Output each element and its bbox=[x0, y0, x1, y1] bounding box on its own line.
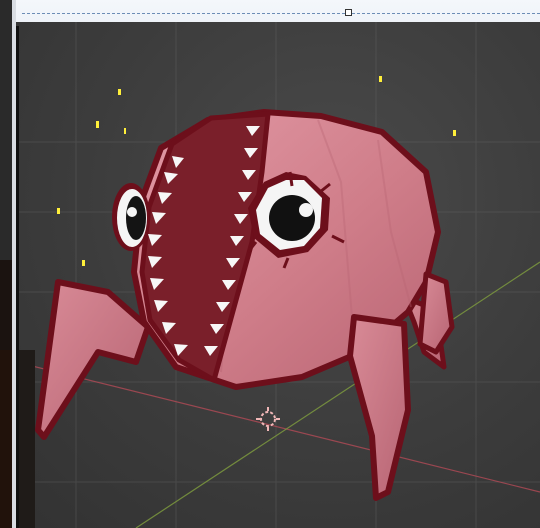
viewport-left-dark-strip bbox=[19, 350, 35, 528]
creature-model[interactable] bbox=[35, 109, 455, 501]
light-sparkle bbox=[96, 121, 99, 128]
creature-leg-front-right bbox=[347, 314, 411, 501]
light-sparkle bbox=[453, 130, 456, 136]
left-side-panel bbox=[0, 0, 12, 528]
left-panel-dark-swatch-2 bbox=[0, 350, 12, 528]
creature-eye-left bbox=[112, 183, 150, 251]
selection-bounds-top-edge bbox=[22, 13, 540, 14]
lash bbox=[288, 171, 294, 187]
selection-handle-icon[interactable] bbox=[345, 9, 352, 16]
light-sparkle bbox=[57, 208, 60, 214]
light-sparkle bbox=[379, 76, 382, 82]
creature-leg-front-left bbox=[35, 279, 151, 440]
light-sparkle bbox=[124, 128, 126, 134]
light-sparkle bbox=[82, 260, 85, 266]
creature-side-appendage bbox=[417, 271, 455, 355]
application-window bbox=[0, 0, 540, 528]
viewport-canvas bbox=[16, 22, 540, 528]
light-sparkle bbox=[118, 89, 121, 95]
3d-viewport[interactable] bbox=[16, 22, 540, 528]
